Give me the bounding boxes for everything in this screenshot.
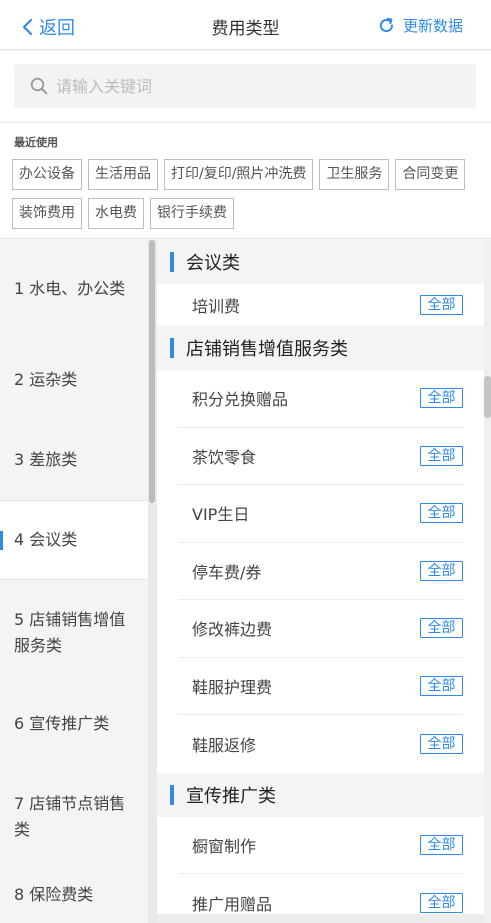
search-box[interactable] bbox=[14, 64, 476, 108]
nav-item-utilities-office[interactable]: 1 水电、办公类 bbox=[0, 240, 148, 340]
recent-tag[interactable]: 打印/复印/照片冲洗费 bbox=[164, 159, 314, 190]
list-item[interactable]: 培训费 全部 bbox=[178, 284, 463, 326]
list-item-label: 培训费 bbox=[192, 297, 241, 316]
refresh-data-button[interactable]: 更新数据 bbox=[378, 15, 463, 36]
list-item-label: 橱窗制作 bbox=[192, 836, 257, 856]
search-input[interactable] bbox=[56, 76, 436, 96]
list-item-label: VIP生日 bbox=[192, 505, 250, 525]
section-title: 店铺销售增值服务类 bbox=[186, 339, 348, 360]
list-item[interactable]: 停车费/券 全部 bbox=[178, 543, 463, 600]
category-nav: 1 水电、办公类 2 运杂类 3 差旅类 4 会议类 5 店铺销售增值服务类 6… bbox=[0, 240, 148, 923]
recent-tag[interactable]: 水电费 bbox=[88, 198, 144, 229]
recent-tag[interactable]: 装饰费用 bbox=[12, 198, 82, 229]
list-item[interactable]: 鞋服护理费 全部 bbox=[178, 658, 463, 715]
all-button[interactable]: 全部 bbox=[420, 388, 463, 409]
section-accent-bar bbox=[170, 338, 174, 358]
nav-item-store-event-sales[interactable]: 7 店铺节点销售类 bbox=[0, 762, 148, 872]
recent-section: 最近使用 办公设备 生活用品 打印/复印/照片冲洗费 卫生服务 合同变更 装饰费… bbox=[0, 122, 491, 239]
list-item[interactable]: 鞋服返修 全部 bbox=[178, 715, 463, 773]
nav-item-store-sales-service[interactable]: 5 店铺销售增值服务类 bbox=[0, 580, 148, 686]
nav-item-freight[interactable]: 2 运杂类 bbox=[0, 340, 148, 420]
section-header-meeting: 会议类 bbox=[157, 240, 484, 284]
nav-item-label: 1 水电、办公类 bbox=[14, 279, 126, 298]
all-button[interactable]: 全部 bbox=[420, 503, 463, 524]
list-item-label: 茶饮零食 bbox=[192, 447, 257, 467]
all-button[interactable]: 全部 bbox=[420, 295, 463, 315]
nav-item-travel[interactable]: 3 差旅类 bbox=[0, 420, 148, 500]
all-button[interactable]: 全部 bbox=[420, 445, 463, 466]
refresh-icon bbox=[379, 17, 393, 33]
top-bar: 返回 费用类型 更新数据 bbox=[0, 0, 491, 50]
right-scrollbar-track[interactable] bbox=[484, 240, 491, 923]
left-scrollbar-thumb[interactable] bbox=[149, 240, 155, 503]
bottom-divider bbox=[157, 914, 484, 923]
list-item[interactable]: 积分兑换赠品 全部 bbox=[178, 370, 463, 428]
list-item-label: 修改裤边费 bbox=[192, 620, 273, 640]
search-icon bbox=[30, 77, 48, 95]
recent-tags: 办公设备 生活用品 打印/复印/照片冲洗费 卫生服务 合同变更 装饰费用 水电费… bbox=[12, 159, 482, 229]
list-item-label: 停车费/券 bbox=[192, 562, 262, 582]
all-button[interactable]: 全部 bbox=[420, 675, 463, 696]
section-header-promotion: 宣传推广类 bbox=[157, 772, 484, 817]
list-item[interactable]: 修改裤边费 全部 bbox=[178, 600, 463, 658]
list-item[interactable]: VIP生日 全部 bbox=[178, 485, 463, 543]
recent-tag[interactable]: 办公设备 bbox=[12, 159, 82, 190]
list-item-label: 鞋服护理费 bbox=[192, 677, 273, 697]
list-item[interactable]: 橱窗制作 全部 bbox=[178, 817, 463, 874]
recent-tag[interactable]: 合同变更 bbox=[395, 159, 466, 190]
list-item[interactable]: 推广用赠品 全部 bbox=[178, 874, 463, 914]
right-scrollbar-thumb[interactable] bbox=[484, 376, 491, 418]
recent-title: 最近使用 bbox=[14, 136, 58, 149]
nav-item-label: 8 保险费类 bbox=[14, 885, 94, 904]
all-button[interactable]: 全部 bbox=[420, 733, 463, 754]
all-button[interactable]: 全部 bbox=[420, 560, 463, 581]
section-title: 会议类 bbox=[186, 253, 240, 274]
nav-item-meeting[interactable]: 4 会议类 bbox=[0, 500, 148, 580]
search-area bbox=[0, 51, 491, 121]
section-accent-bar bbox=[170, 784, 174, 805]
list-item[interactable]: 茶饮零食 全部 bbox=[178, 428, 463, 485]
recent-tag[interactable]: 卫生服务 bbox=[319, 159, 390, 190]
nav-item-promotion[interactable]: 6 宣传推广类 bbox=[0, 686, 148, 762]
nav-item-label: 4 会议类 bbox=[14, 530, 78, 549]
nav-item-label: 6 宣传推广类 bbox=[14, 714, 110, 733]
list-item-label: 推广用赠品 bbox=[192, 894, 273, 914]
list-item-label: 鞋服返修 bbox=[192, 735, 257, 755]
all-button[interactable]: 全部 bbox=[420, 892, 463, 913]
list-item-label: 积分兑换赠品 bbox=[192, 390, 289, 410]
nav-item-insurance[interactable]: 8 保险费类 bbox=[0, 872, 148, 923]
all-button[interactable]: 全部 bbox=[420, 834, 463, 855]
expense-list: 会议类 培训费 全部 店铺销售增值服务类 积分兑换赠品 全部 茶饮零食 全部 V… bbox=[157, 240, 484, 914]
nav-item-label: 7 店铺节点销售类 bbox=[14, 794, 126, 839]
nav-item-label: 3 差旅类 bbox=[14, 450, 78, 469]
expense-type-page: 返回 费用类型 更新数据 最近使用 办公设备 生活用品 打印/复印/照片冲洗费 … bbox=[0, 0, 491, 923]
refresh-label: 更新数据 bbox=[402, 17, 463, 35]
all-button[interactable]: 全部 bbox=[420, 618, 463, 639]
nav-item-label: 2 运杂类 bbox=[14, 370, 78, 389]
section-accent-bar bbox=[170, 252, 174, 272]
recent-tag[interactable]: 生活用品 bbox=[88, 159, 158, 190]
section-header-store-sales-service: 店铺销售增值服务类 bbox=[157, 326, 484, 370]
recent-tag[interactable]: 银行手续费 bbox=[150, 198, 234, 229]
section-title: 宣传推广类 bbox=[186, 785, 276, 807]
nav-item-label: 5 店铺销售增值服务类 bbox=[14, 610, 126, 655]
